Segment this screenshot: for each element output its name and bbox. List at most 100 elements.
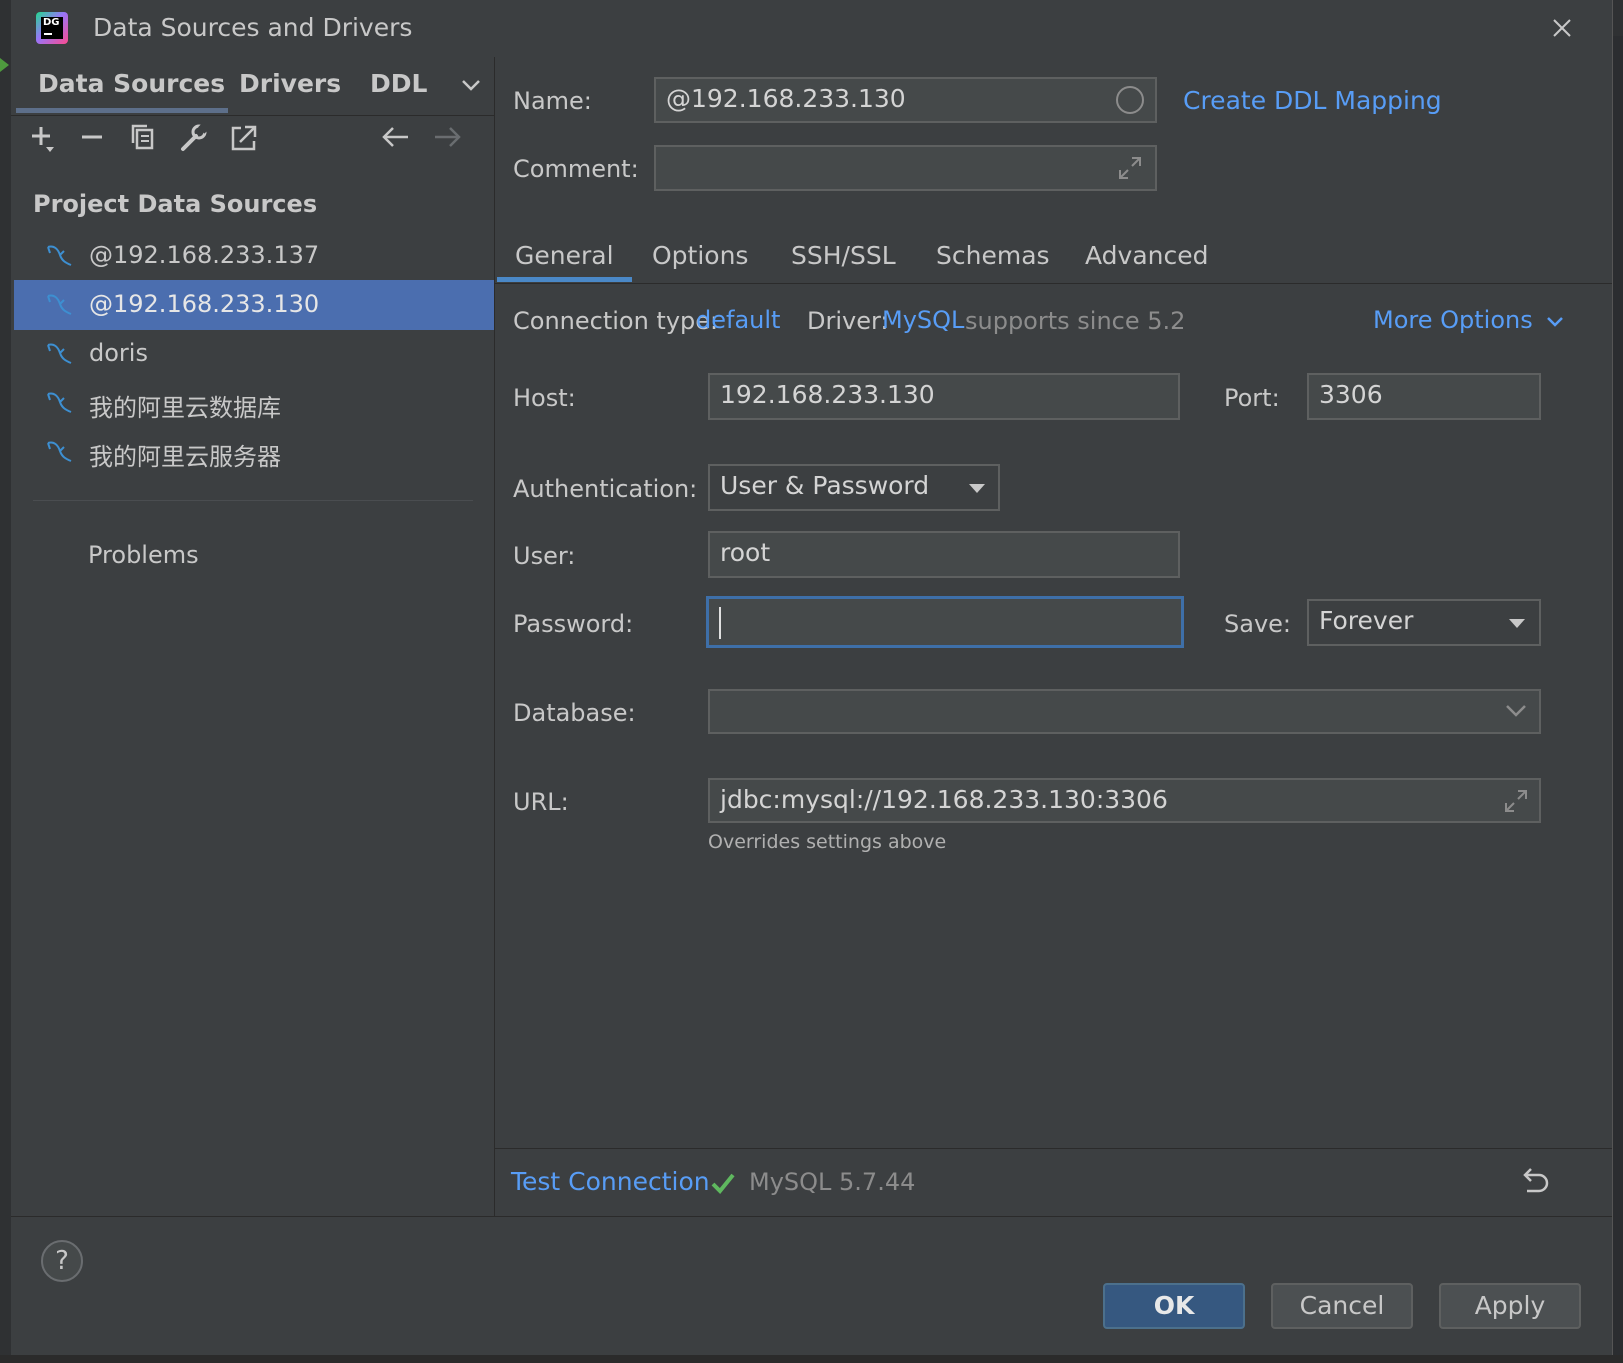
add-button[interactable] <box>29 123 59 153</box>
background-window-bottom <box>0 1355 1623 1363</box>
host-input[interactable]: 192.168.233.130 <box>708 373 1180 420</box>
authentication-value: User & Password <box>720 471 930 500</box>
data-source-item[interactable]: 我的阿里云服务器 <box>14 427 494 477</box>
url-value: jdbc:mysql://192.168.233.130:3306 <box>720 785 1168 814</box>
chevron-down-icon <box>462 80 480 91</box>
url-input[interactable]: jdbc:mysql://192.168.233.130:3306 <box>708 778 1541 823</box>
tab-data-sources[interactable]: Data Sources <box>38 69 225 98</box>
ok-button[interactable]: OK <box>1103 1283 1245 1329</box>
forward-arrow-icon <box>435 127 461 147</box>
test-connection-bar: Test Connection MySQL 5.7.44 <box>495 1148 1612 1215</box>
database-combobox[interactable] <box>708 689 1541 734</box>
authentication-label: Authentication: <box>513 475 698 503</box>
remove-button[interactable] <box>79 123 109 153</box>
data-source-item-selected[interactable]: @192.168.233.130 <box>14 280 494 330</box>
left-tab-indicator <box>16 108 228 113</box>
color-circle-icon[interactable] <box>1115 85 1145 115</box>
user-label: User: <box>513 542 576 570</box>
name-value: @192.168.233.130 <box>666 84 906 113</box>
mysql-dolphin-icon <box>47 392 72 413</box>
test-connection-link[interactable]: Test Connection <box>511 1167 710 1196</box>
left-tabs: Data Sources Drivers DDL <box>11 57 494 116</box>
tab-ddl[interactable]: DDL <box>370 69 427 98</box>
connection-status: MySQL 5.7.44 <box>749 1168 916 1196</box>
forward-button[interactable] <box>432 123 462 153</box>
database-label: Database: <box>513 699 636 727</box>
password-label: Password: <box>513 610 634 638</box>
data-source-label: @192.168.233.137 <box>89 241 320 269</box>
dropdown-arrow-icon <box>969 484 985 493</box>
undo-icon <box>1523 1168 1549 1193</box>
tab-ssh-ssl[interactable]: SSH/SSL <box>791 241 896 270</box>
tab-advanced[interactable]: Advanced <box>1085 241 1209 270</box>
data-source-label: doris <box>89 339 148 367</box>
comment-field[interactable] <box>654 145 1157 191</box>
mysql-dolphin-icon <box>47 245 72 266</box>
expand-icon[interactable] <box>1117 155 1143 181</box>
data-source-item[interactable]: 我的阿里云数据库 <box>14 378 494 428</box>
create-ddl-mapping-link[interactable]: Create DDL Mapping <box>1183 86 1442 115</box>
add-icon <box>32 127 54 152</box>
comment-label: Comment: <box>513 155 639 183</box>
window-title: Data Sources and Drivers <box>93 13 413 42</box>
duplicate-button[interactable] <box>129 123 159 153</box>
close-icon <box>1553 19 1571 37</box>
port-input[interactable]: 3306 <box>1307 373 1541 420</box>
text-cursor <box>719 607 721 639</box>
save-value: Forever <box>1319 606 1414 635</box>
project-data-sources-heading: Project Data Sources <box>33 190 318 218</box>
data-source-item[interactable]: doris <box>14 329 494 379</box>
driver-link[interactable]: MySQL <box>882 306 964 334</box>
back-arrow-icon <box>382 127 408 147</box>
general-tab-panel: Connection type: default Driver: MySQL s… <box>495 285 1612 1148</box>
duplicate-icon <box>131 124 154 150</box>
driver-label: Driver: <box>807 307 889 335</box>
mysql-dolphin-icon <box>47 441 72 462</box>
open-external-button[interactable] <box>229 123 259 153</box>
wrench-icon <box>181 122 210 151</box>
background-window-left <box>0 0 11 1363</box>
background-run-marker <box>0 58 9 72</box>
host-label: Host: <box>513 384 576 412</box>
tabs-overflow-button[interactable] <box>461 77 481 96</box>
authentication-dropdown[interactable]: User & Password <box>708 464 1000 511</box>
more-options-label: More Options <box>1373 306 1533 334</box>
datagrip-logo-icon: DG <box>36 12 68 44</box>
chevron-down-icon <box>1506 705 1526 717</box>
check-icon <box>711 1173 735 1194</box>
user-input[interactable]: root <box>708 531 1180 578</box>
close-button[interactable] <box>1546 12 1578 44</box>
data-source-label: 我的阿里云服务器 <box>89 443 281 471</box>
right-pane: Name: @192.168.233.130 Create DDL Mappin… <box>495 57 1612 1259</box>
remove-icon <box>82 135 102 139</box>
save-label: Save: <box>1224 610 1291 638</box>
driver-settings-button[interactable] <box>179 122 210 153</box>
back-button[interactable] <box>381 123 411 153</box>
name-label: Name: <box>513 87 592 115</box>
tab-options[interactable]: Options <box>652 241 748 270</box>
chevron-down-icon <box>1547 317 1564 327</box>
revert-button[interactable] <box>1517 1165 1551 1199</box>
connection-type-link[interactable]: default <box>696 306 780 334</box>
tabs-bar: General Options SSH/SSL Schemas Advanced <box>495 227 1612 284</box>
data-source-item[interactable]: @192.168.233.137 <box>14 231 494 281</box>
name-field[interactable]: @192.168.233.130 <box>654 77 1157 123</box>
tab-drivers[interactable]: Drivers <box>239 69 341 98</box>
port-label: Port: <box>1224 384 1280 412</box>
connection-type-label: Connection type: <box>513 307 719 335</box>
data-source-label: 我的阿里云数据库 <box>89 394 281 422</box>
expand-icon[interactable] <box>1503 788 1529 814</box>
tab-schemas[interactable]: Schemas <box>936 241 1050 270</box>
title-bar: DG Data Sources and Drivers <box>11 0 1612 58</box>
help-button[interactable]: ? <box>41 1240 83 1282</box>
data-sources-dialog: DG Data Sources and Drivers Data Sources… <box>11 0 1613 1355</box>
driver-note: supports since 5.2 <box>965 307 1186 335</box>
save-dropdown[interactable]: Forever <box>1307 599 1541 646</box>
problems-item[interactable]: Problems <box>88 541 199 569</box>
password-input[interactable] <box>706 596 1184 648</box>
apply-button[interactable]: Apply <box>1439 1283 1581 1329</box>
more-options-link[interactable]: More Options <box>1373 306 1564 334</box>
cancel-button[interactable]: Cancel <box>1271 1283 1413 1329</box>
divider <box>33 500 473 501</box>
tab-general[interactable]: General <box>515 241 614 270</box>
